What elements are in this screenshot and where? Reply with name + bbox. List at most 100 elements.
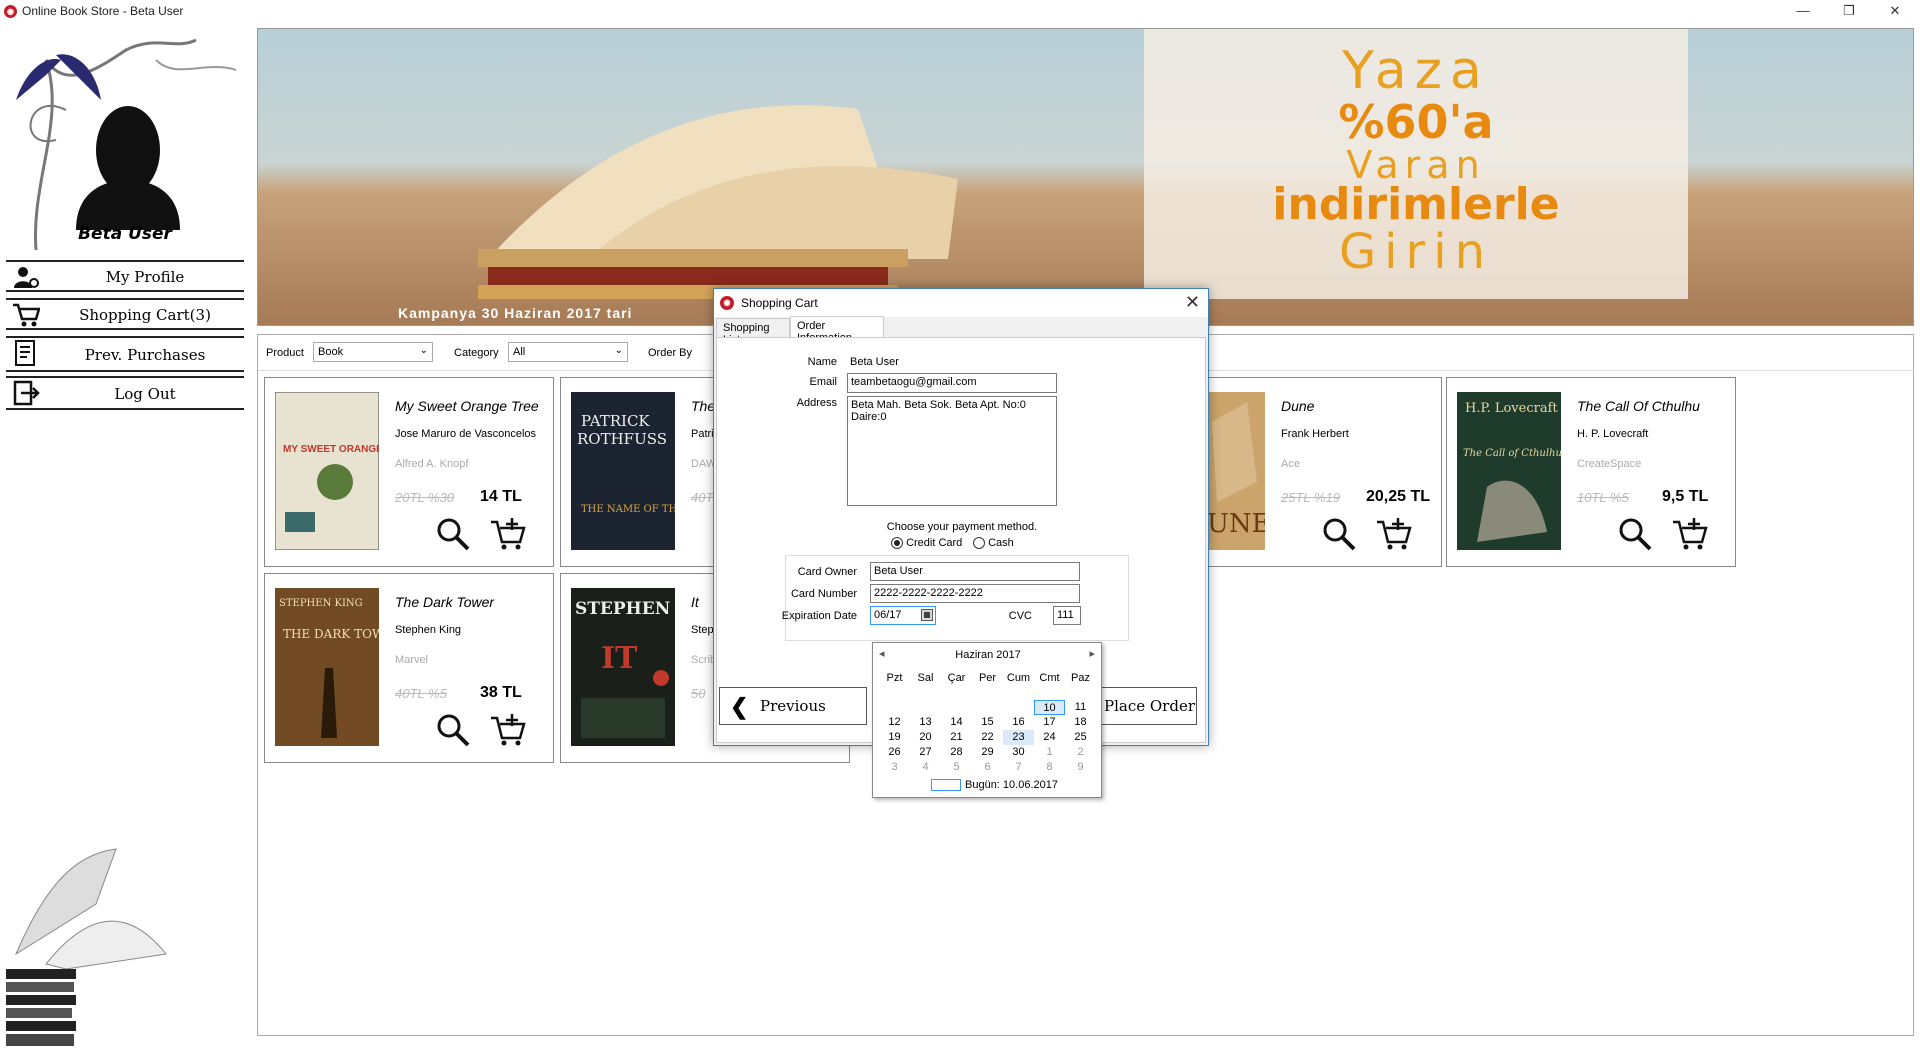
add-to-cart-icon[interactable] [490,712,526,748]
book-card: MY SWEET ORANGE TREE My Sweet Orange Tre… [264,377,554,567]
calendar-day[interactable]: 20 [910,730,941,745]
category-select-value: All [513,346,526,358]
sidebar-item-shopping-cart[interactable]: Shopping Cart(3) [6,298,244,330]
calendar-day-other-month[interactable]: 2 [1065,745,1096,760]
calendar-day-hover[interactable]: 23 [1003,730,1034,745]
window-title: Online Book Store - Beta User [22,4,184,18]
calendar-day[interactable]: 15 [972,715,1003,730]
email-field[interactable]: teambetaogu@gmail.com [847,373,1057,393]
book-author: Jose Maruro de Vasconcelos [395,428,537,440]
calendar-day[interactable]: 13 [910,715,941,730]
book-cover: PATRICKROTHFUSS THE NAME OF THE WIND [571,392,675,550]
sidebar-item-prev-purchases[interactable]: Prev. Purchases [6,336,244,372]
calendar-week: 19 20 21 22 23 24 25 [879,730,1097,745]
book-publisher: Marvel [395,654,429,666]
address-line-1: Beta Mah. Beta Sok. Beta Apt. No:0 [851,399,1026,411]
book-title: The [691,398,716,414]
magnifier-icon[interactable] [1321,516,1357,552]
calendar-icon[interactable]: ▦ [921,609,933,621]
book-cover: STEPHEN KING IT [571,588,675,746]
calendar-day[interactable]: 18 [1065,715,1096,730]
book-cover: H.P. Lovecraft The Call of Cthulhu [1457,392,1561,550]
tab-shopping-list[interactable]: Shopping List [716,318,790,346]
card-owner-field[interactable]: Beta User [870,562,1080,581]
book-title: My Sweet Orange Tree [395,398,539,414]
sidebar-item-log-out[interactable]: Log Out [6,376,244,410]
card-number-field[interactable]: 2222-2222-2222-2222 [870,584,1080,603]
calendar-day[interactable]: 21 [941,730,972,745]
card-number-label: Card Number [790,588,857,600]
calendar-day[interactable]: 26 [879,745,910,760]
banner-line-4: indirimlerle [1272,179,1560,230]
calendar-day-other-month[interactable]: 8 [1034,760,1065,775]
calendar-day-other-month[interactable]: 3 [879,760,910,775]
radio-unchecked-icon [973,537,985,550]
add-to-cart-icon[interactable] [490,516,526,552]
radio-cash[interactable]: Cash [973,537,1014,550]
calendar-day-other-month[interactable]: 5 [941,760,972,775]
book-old-price: 25TL %19 [1281,490,1341,505]
calendar-day[interactable]: 19 [879,730,910,745]
book-old-price: 40T [691,490,714,505]
close-button[interactable]: ✕ [1872,0,1918,24]
calendar-day[interactable]: 27 [910,745,941,760]
logout-icon [13,380,40,406]
cover-text: MY SWEET ORANGE TREE [283,444,379,455]
promo-banner: Yaza %60'a Varan indirimlerle Girin Kamp… [257,28,1914,326]
radio-credit-card[interactable]: Credit Card [891,537,962,550]
minimize-button[interactable]: — [1780,0,1826,24]
calendar-day[interactable]: 28 [941,745,972,760]
book-card: STEPHEN KING THE DARK TOWER The Dark Towe… [264,573,554,763]
calendar-day [972,700,1003,715]
calendar-day-other-month[interactable]: 4 [910,760,941,775]
calendar-day[interactable]: 22 [972,730,1003,745]
calendar-day-other-month[interactable]: 6 [972,760,1003,775]
calendar-day-other-month[interactable]: 9 [1065,760,1096,775]
cover-text: The Call of Cthulhu [1463,448,1561,459]
sidebar-item-label: My Profile [105,268,185,286]
next-month-icon[interactable]: ▸ [1089,647,1095,660]
previous-button[interactable]: ❮ Previous [719,687,867,725]
cover-text: PATRICK [581,412,650,430]
magnifier-icon[interactable] [435,712,471,748]
weekday-label: Cum [1006,672,1031,684]
cover-text: ROTHFUSS [577,430,667,448]
calendar-day[interactable]: 11 [1065,700,1096,715]
calendar-day[interactable]: 25 [1065,730,1096,745]
cart-icon [13,303,40,327]
calendar-day[interactable]: 14 [941,715,972,730]
address-field[interactable]: Beta Mah. Beta Sok. Beta Apt. No:0 Daire… [847,396,1057,506]
dialog-close-icon[interactable]: ✕ [1185,292,1200,313]
sidebar-item-my-profile[interactable]: My Profile [6,260,244,292]
magnifier-icon[interactable] [1617,516,1653,552]
restore-button[interactable]: ❐ [1826,0,1872,24]
book-price: 14 TL [480,488,522,505]
weekday-label: Çar [947,672,966,684]
magnifier-icon[interactable] [435,516,471,552]
sidebar-item-label: Prev. Purchases [84,346,206,364]
calendar-day[interactable]: 24 [1034,730,1065,745]
calendar-day-other-month[interactable]: 7 [1003,760,1034,775]
calendar-today-link[interactable]: Bugün: 10.06.2017 [931,779,1058,792]
calendar-day[interactable]: 16 [1003,715,1034,730]
category-select[interactable]: All ⌄ [508,342,628,362]
calendar-day[interactable]: 30 [1003,745,1034,760]
calendar-day-other-month[interactable]: 1 [1034,745,1065,760]
calendar-day[interactable]: 29 [972,745,1003,760]
book-old-price: 40TL %5 [395,686,447,701]
cvc-field[interactable]: 111 [1053,606,1081,625]
product-select[interactable]: Book ⌄ [313,342,433,362]
today-marker-icon [931,779,961,792]
add-to-cart-icon[interactable] [1376,516,1412,552]
expiration-date-picker[interactable]: 06/17 ▦ [870,606,936,625]
weekday-label: Pzt [886,672,903,684]
calendar-day-selected[interactable]: 10 [1034,700,1065,715]
calendar-day[interactable]: 12 [879,715,910,730]
cover-text: IT [601,641,638,676]
tab-order-information[interactable]: Order Information [790,316,884,344]
calendar-day[interactable]: 17 [1034,715,1065,730]
card-owner-label: Card Owner [797,566,857,578]
chevron-down-icon: ⌄ [614,345,623,356]
add-to-cart-icon[interactable] [1672,516,1708,552]
place-order-button[interactable]: Place Order [1097,687,1197,725]
